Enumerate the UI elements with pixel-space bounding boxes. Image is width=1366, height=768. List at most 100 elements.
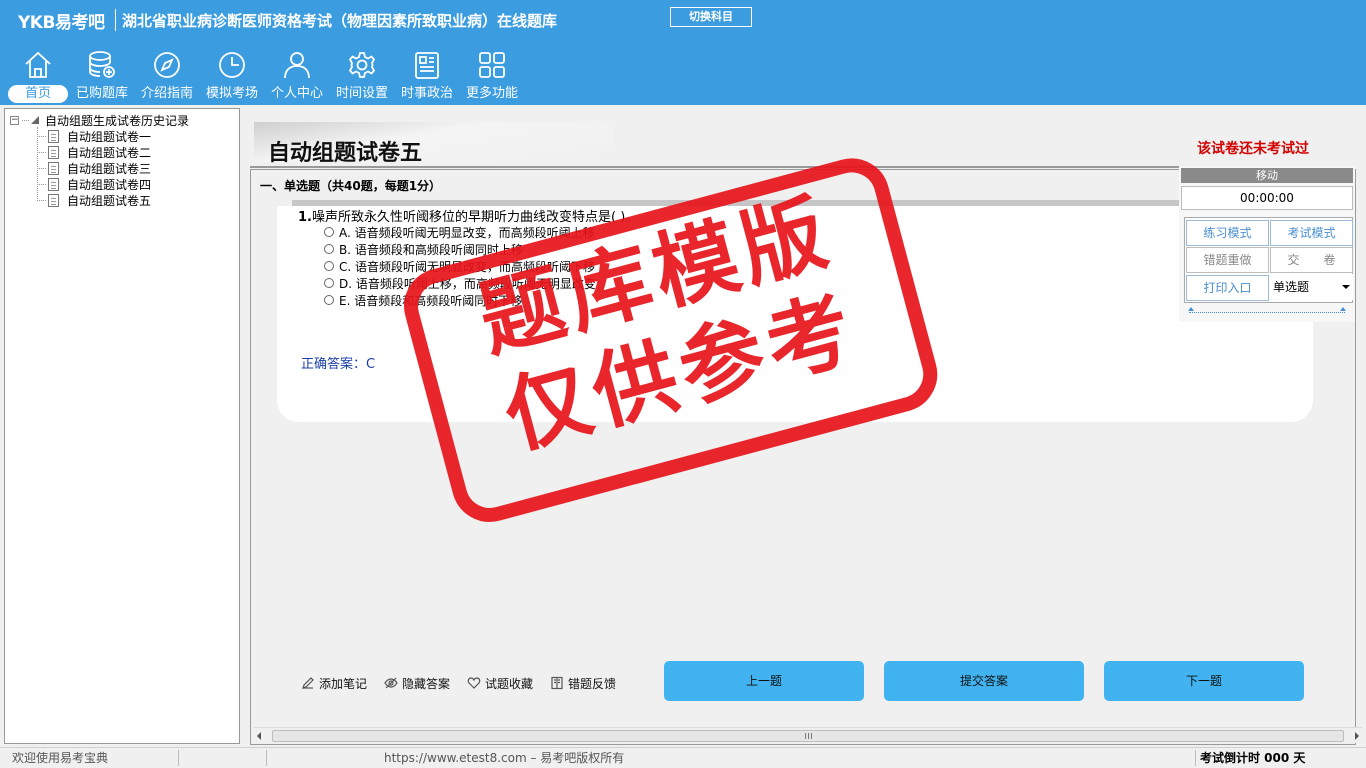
practice-mode-button[interactable]: 练习模式 [1186,220,1269,246]
nav-mock-exam[interactable]: 模拟考场 [202,46,262,104]
clock-icon [216,49,248,81]
exam-mode-button[interactable]: 考试模式 [1270,220,1353,246]
scroll-left-icon[interactable] [257,732,261,740]
tree-item-label: 自动组题试卷四 [67,177,152,192]
print-button[interactable]: 打印入口 [1186,275,1269,301]
tree-item-paper-5[interactable]: 自动组题试卷五 [37,192,151,208]
radio[interactable] [324,278,334,288]
section-title: 一、单选题（共40题，每题1分） [260,179,442,193]
nav-current-affairs[interactable]: 时事政治 [397,46,457,104]
favorite-button[interactable]: 试题收藏 [467,674,533,692]
nav-label: 模拟考场 [205,86,258,101]
history-tree: − 自动组题生成试卷历史记录 自动组题试卷一 自动组题试卷二 自动组题试卷三 自… [4,108,240,744]
nav-label: 时事政治 [400,86,453,101]
select-value: 单选题 [1273,280,1310,294]
redo-wrong-button[interactable]: 错题重做 [1186,247,1269,273]
nav-label: 已购题库 [75,86,128,101]
pencil-icon [302,677,314,689]
eye-off-icon [384,677,398,689]
tree-item-label: 自动组题试卷一 [67,129,152,144]
option-d[interactable]: D. 语音频段听阈上移，而高频段听阈无明显改变 [324,275,596,291]
nav-time-settings[interactable]: 时间设置 [332,46,392,104]
tree-item-paper-2[interactable]: 自动组题试卷二 [37,144,151,160]
nav-label: 介绍指南 [140,86,193,101]
add-note-button[interactable]: 添加笔记 [301,674,367,692]
user-icon [281,49,313,81]
document-icon [48,177,59,191]
main-area: 自动组题试卷五 该试卷还未考试过 一、单选题（共40题，每题1分） 1.噪声所致… [244,108,1366,746]
document-icon [48,161,59,175]
document-pin-icon [48,193,59,207]
folder-triangle-icon [31,116,39,124]
paper-title: 自动组题试卷五 [268,141,423,166]
resize-handle[interactable] [1188,307,1346,313]
question-type-select[interactable]: 单选题 [1271,274,1353,300]
nav-label: 更多功能 [465,86,518,101]
gear-icon [346,49,378,81]
nav-label: 个人中心 [270,86,323,101]
tree-root[interactable]: − 自动组题生成试卷历史记录 [10,112,189,128]
switch-subject-button[interactable]: 切换科目 [670,7,752,27]
option-label: C. 语音频段听阈无明显改变，而高频段听阈下移 [339,259,596,274]
scroll-right-icon[interactable] [1355,732,1359,740]
option-a[interactable]: A. 语音频段听阈无明显改变，而高频段听阈上移 [324,224,595,240]
tool-label: 隐藏答案 [402,676,451,691]
document-icon [48,129,59,143]
tree-item-paper-1[interactable]: 自动组题试卷一 [37,128,151,144]
database-icon [86,49,118,81]
nav-purchased[interactable]: 已购题库 [72,46,132,104]
app-logo: YKB易考吧 [18,13,105,33]
move-handle[interactable]: 移动 [1181,168,1353,183]
exam-countdown: 考试倒计时 000 天 [1200,751,1306,765]
chevron-down-icon [1342,285,1350,289]
copyright-text: https://www.etest8.com – 易考吧版权所有 [384,751,625,765]
radio[interactable] [324,244,334,254]
nav-profile[interactable]: 个人中心 [267,46,327,104]
tree-item-label: 自动组题试卷三 [67,161,152,176]
question-stem: 1.噪声所致永久性听阈移位的早期听力曲线改变特点是( )。 [298,206,638,225]
option-label: A. 语音频段听阈无明显改变，而高频段听阈上移 [339,225,595,240]
logo-separator [115,9,116,31]
correct-answer: 正确答案：C [301,357,376,372]
tool-label: 添加笔记 [319,676,368,691]
hide-answer-button[interactable]: 隐藏答案 [384,674,450,692]
collapse-icon[interactable]: − [10,115,19,125]
hand-in-button[interactable]: 交 卷 [1270,247,1353,273]
radio[interactable] [324,261,334,271]
timer-display: 00:00:00 [1181,186,1353,210]
welcome-text: 欢迎使用易考宝典 [12,751,109,765]
next-question-button[interactable]: 下一题 [1104,661,1304,701]
heart-icon [467,677,481,689]
report-error-button[interactable]: 错题反馈 [550,674,616,692]
nav-more[interactable]: 更多功能 [462,46,522,104]
nav-guide[interactable]: 介绍指南 [137,46,197,104]
tree-item-label: 自动组题试卷二 [67,145,152,160]
home-icon [22,49,54,81]
tree-item-paper-3[interactable]: 自动组题试卷三 [37,160,151,176]
horizontal-scrollbar[interactable] [254,727,1362,743]
option-label: E. 语音频段和高频段听阈同时下移 [339,293,523,308]
exam-status-text: 该试卷还未考试过 [1197,141,1309,157]
grip-icon [805,733,812,739]
tool-label: 试题收藏 [485,676,534,691]
submit-answer-button[interactable]: 提交答案 [884,661,1084,701]
scroll-thumb[interactable] [272,730,1344,742]
report-icon [551,676,563,690]
exam-control-panel: 移动 00:00:00 练习模式 考试模式 错题重做 交 卷 打印入口 单选题 [1179,166,1355,322]
grid-icon [476,49,508,81]
radio[interactable] [324,295,334,305]
tree-item-paper-4[interactable]: 自动组题试卷四 [37,176,151,192]
option-label: B. 语音频段和高频段听阈同时上移 [339,242,523,257]
option-b[interactable]: B. 语音频段和高频段听阈同时上移 [324,241,523,257]
prev-question-button[interactable]: 上一题 [664,661,864,701]
nav-label: 首页 [8,85,68,103]
option-c[interactable]: C. 语音频段听阈无明显改变，而高频段听阈下移 [324,258,595,274]
tree-root-label: 自动组题生成试卷历史记录 [45,113,190,128]
option-e[interactable]: E. 语音频段和高频段听阈同时下移 [324,292,522,308]
newspaper-icon [411,49,443,81]
radio[interactable] [324,227,334,237]
tool-label: 错题反馈 [568,676,617,691]
status-bar: 欢迎使用易考宝典 https://www.etest8.com – 易考吧版权所… [0,747,1366,768]
tree-item-label: 自动组题试卷五 [67,193,152,208]
nav-home[interactable]: 首页 [8,46,68,104]
